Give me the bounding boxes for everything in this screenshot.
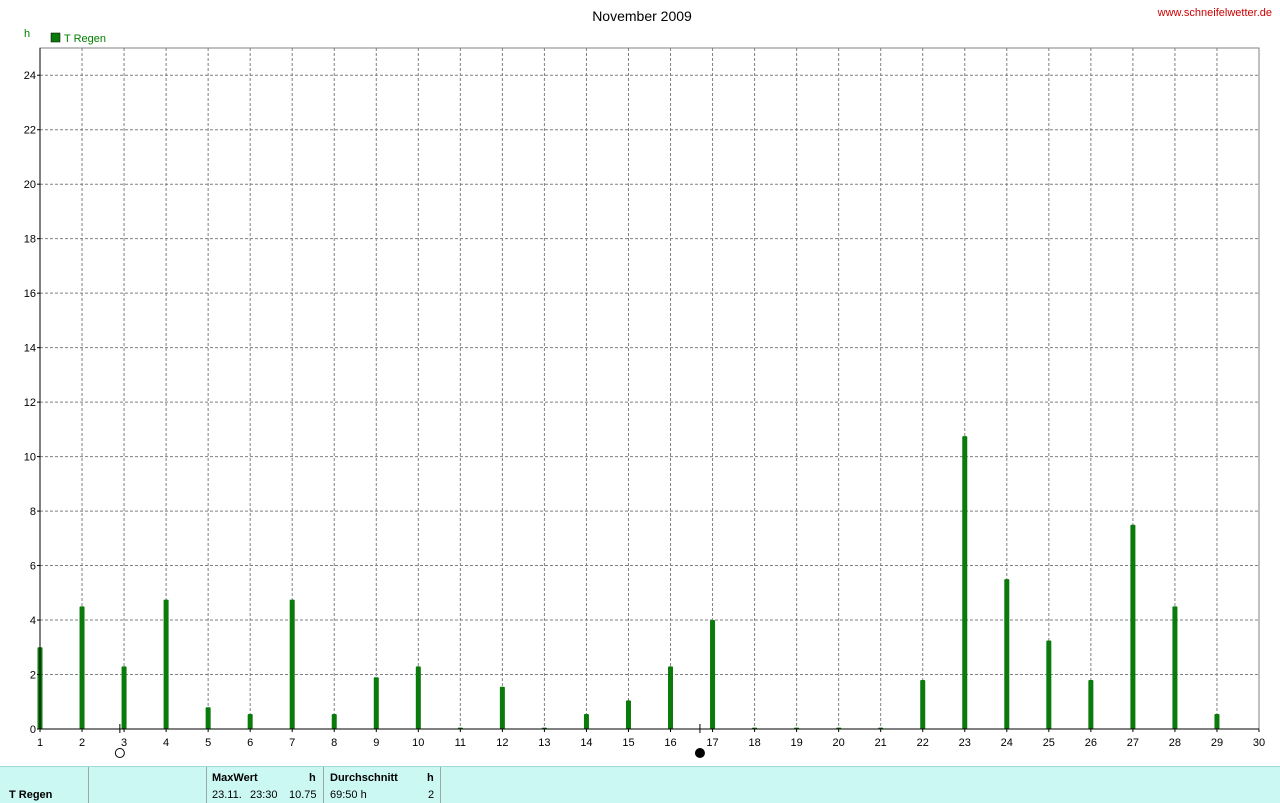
x-tick-label: 29 <box>1211 737 1223 749</box>
max-time: 23:30 <box>250 789 278 801</box>
max-date: 23.11. <box>212 789 242 801</box>
stats-divider <box>440 767 441 803</box>
x-tick-label: 28 <box>1169 737 1181 749</box>
x-tick-label: 14 <box>580 737 592 749</box>
y-tick-label: 20 <box>24 179 36 191</box>
rain-bar <box>1130 524 1136 729</box>
rain-bar <box>625 700 631 729</box>
average-unit: h <box>427 772 434 784</box>
y-tick-label: 0 <box>30 724 36 736</box>
y-axis-unit: h <box>24 28 30 40</box>
rain-bar <box>920 679 926 729</box>
legend-swatch <box>50 32 61 43</box>
x-tick-label: 17 <box>706 737 718 749</box>
rain-bar <box>1172 606 1178 729</box>
rain-bar <box>499 686 505 729</box>
average-value: 2 <box>428 789 435 801</box>
rain-bar <box>1088 679 1094 729</box>
rain-bar <box>205 707 211 729</box>
y-tick-label: 24 <box>24 70 36 82</box>
x-tick-label: 11 <box>455 737 466 749</box>
x-tick-label: 20 <box>833 737 845 749</box>
y-tick-label: 4 <box>30 615 36 627</box>
rain-bar <box>163 599 169 729</box>
stats-max-cell: MaxWert h 23.11. 23:30 10.75 <box>207 767 323 803</box>
full-moon-icon <box>114 748 125 758</box>
rain-bar <box>583 714 589 729</box>
rain-bar <box>373 677 379 729</box>
rain-bar <box>668 666 674 729</box>
stats-average-cell: Durchschnitt h 69:50 h 2 <box>324 767 440 803</box>
x-tick-label: 5 <box>205 737 211 749</box>
x-tick-label: 21 <box>875 737 887 749</box>
y-tick-label: 10 <box>24 452 36 464</box>
y-tick-label: 14 <box>24 343 36 355</box>
x-tick-label: 4 <box>163 737 169 749</box>
y-tick-label: 8 <box>30 506 36 518</box>
x-tick-label: 24 <box>1001 737 1013 749</box>
x-tick-label: 15 <box>622 737 634 749</box>
x-tick-label: 27 <box>1127 737 1139 749</box>
x-tick-label: 30 <box>1253 737 1265 749</box>
x-tick-label: 3 <box>121 737 127 749</box>
x-tick-label: 7 <box>289 737 295 749</box>
x-tick-label: 9 <box>373 737 379 749</box>
y-tick-label: 12 <box>24 397 36 409</box>
x-tick-label: 10 <box>412 737 424 749</box>
legend-label: T Regen <box>64 33 106 45</box>
y-tick-label: 22 <box>24 125 36 137</box>
y-tick-label: 2 <box>30 670 36 682</box>
rain-bar <box>247 714 253 729</box>
stats-divider <box>88 767 89 803</box>
y-tick-label: 6 <box>30 561 36 573</box>
rain-duration-chart: November 2009 www.schneifelwetter.de h T… <box>24 7 1272 758</box>
rain-bar <box>1214 714 1220 729</box>
y-tick-label: 16 <box>24 288 36 300</box>
plot-frame <box>39 47 1260 730</box>
average-total: 69:50 h <box>330 789 367 801</box>
x-tick-label: 13 <box>538 737 550 749</box>
rain-bar <box>1046 640 1052 729</box>
chart-title: November 2009 <box>592 8 692 24</box>
stats-series-label: T Regen <box>9 789 53 801</box>
x-tick-label: 8 <box>331 737 337 749</box>
x-tick-label: 22 <box>917 737 929 749</box>
x-tick-label: 18 <box>748 737 760 749</box>
x-tick-label: 1 <box>37 737 43 749</box>
rain-bar <box>710 620 716 729</box>
rain-bar <box>79 606 85 729</box>
rain-bar <box>289 599 295 729</box>
x-tick-label: 2 <box>79 737 85 749</box>
max-header: MaxWert <box>212 772 258 784</box>
stats-series-cell: T Regen <box>0 767 88 803</box>
y-tick-label: 18 <box>24 234 36 246</box>
rain-bar <box>962 436 968 729</box>
rain-bar <box>415 666 421 729</box>
max-value: 10.75 <box>289 789 317 801</box>
average-header: Durchschnitt <box>330 772 398 784</box>
website-label: www.schneifelwetter.de <box>1157 7 1272 19</box>
x-tick-label: 26 <box>1085 737 1097 749</box>
x-tick-label: 12 <box>496 737 508 749</box>
x-tick-label: 25 <box>1043 737 1055 749</box>
rain-bar <box>1004 579 1010 729</box>
x-tick-label: 23 <box>959 737 971 749</box>
x-tick-label: 16 <box>664 737 676 749</box>
max-unit: h <box>309 772 316 784</box>
x-tick-label: 19 <box>790 737 802 749</box>
rain-bar <box>331 714 337 729</box>
rain-bar <box>121 666 127 729</box>
new-moon-icon <box>694 748 705 758</box>
statistics-panel: T Regen MaxWert h 23.11. 23:30 10.75 Dur… <box>0 766 1280 803</box>
x-tick-label: 6 <box>247 737 253 749</box>
